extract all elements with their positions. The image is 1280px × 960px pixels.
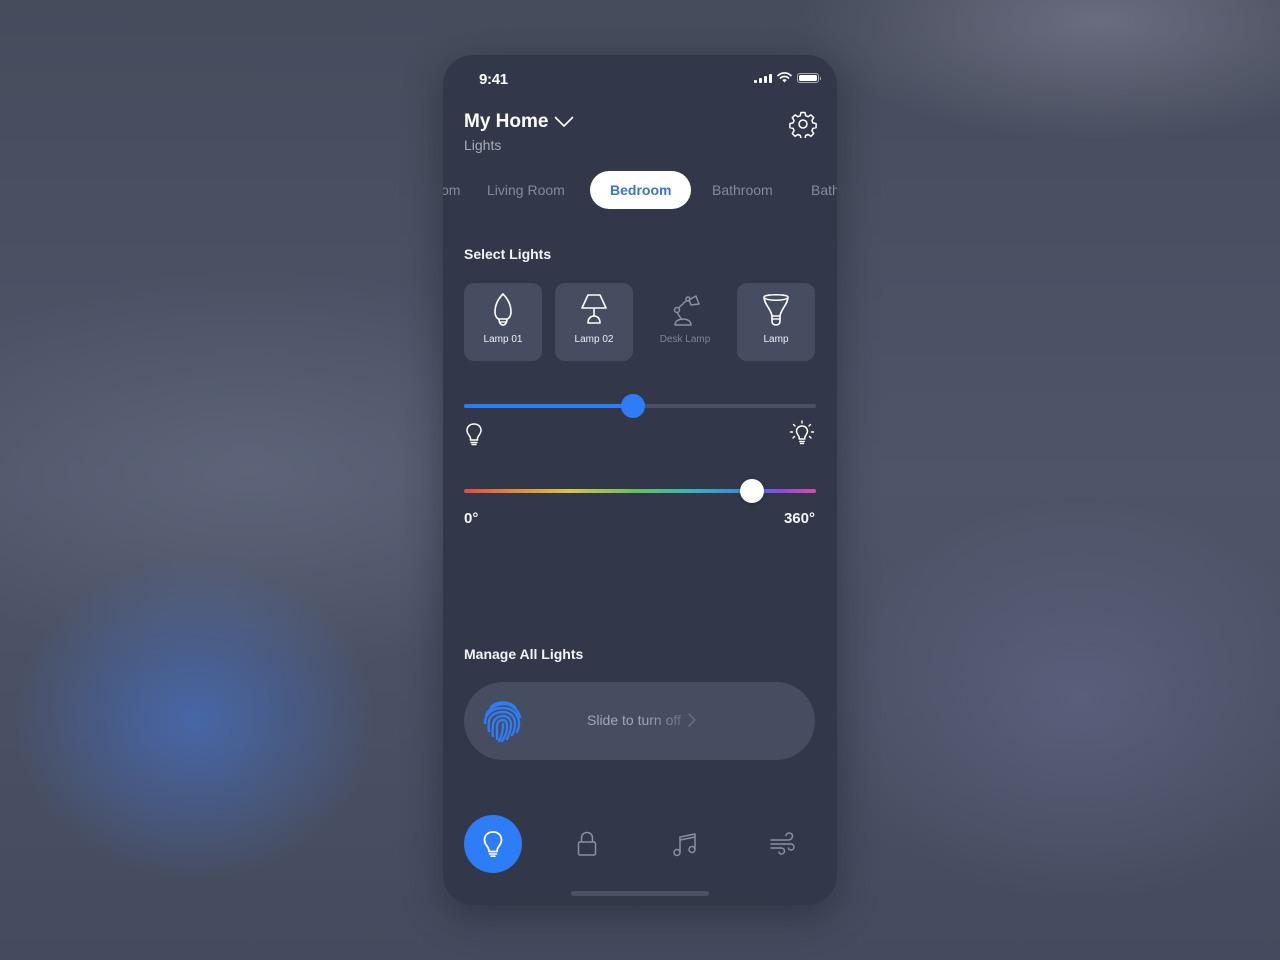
home-indicator[interactable]	[571, 891, 709, 896]
nav-lock[interactable]	[558, 815, 616, 873]
status-bar: 9:41	[443, 55, 837, 105]
status-time: 9:41	[479, 71, 508, 88]
table-lamp-icon	[581, 294, 607, 324]
bulb-off-icon	[466, 423, 482, 446]
fingerprint-icon[interactable]	[482, 699, 524, 743]
light-label: Desk Lamp	[659, 334, 711, 345]
chevron-right-icon	[688, 713, 696, 727]
tab-room-partial[interactable]: om	[443, 171, 460, 209]
gear-icon[interactable]	[789, 110, 817, 138]
hue-min-label: 0°	[464, 510, 479, 527]
battery-icon	[797, 72, 821, 83]
slide-text: Slide to turn off	[587, 712, 697, 728]
signal-icon	[754, 73, 772, 83]
chevron-down-icon	[555, 116, 574, 127]
nav-lights[interactable]	[464, 815, 522, 873]
wind-icon	[770, 832, 795, 855]
brightness-fill	[464, 404, 633, 408]
light-label: Lamp 01	[483, 334, 523, 345]
lock-icon	[577, 831, 597, 856]
tab-living-room[interactable]: Living Room	[487, 171, 565, 209]
bulb-icon	[483, 831, 503, 857]
candle-bulb-icon	[494, 292, 512, 326]
light-card-lamp-02[interactable]: Lamp 02	[555, 283, 633, 361]
tab-bathroom[interactable]: Bathroom	[712, 171, 773, 209]
bottom-nav	[443, 815, 837, 875]
slide-to-turn-off[interactable]: Slide to turn off	[464, 682, 815, 760]
page-subtitle: Lights	[464, 137, 502, 153]
nav-music[interactable]	[656, 815, 714, 873]
lights-list: Lamp 01 Lamp 02 Desk Lamp Lamp	[464, 283, 815, 361]
desk-lamp-icon	[673, 295, 700, 326]
brightness-slider[interactable]	[464, 394, 816, 418]
slide-label: Slide to turn off	[587, 712, 681, 728]
header: My Home Lights	[464, 111, 574, 153]
music-note-icon	[673, 833, 696, 857]
room-tabs: om Living Room Bedroom Bathroom Bath	[443, 171, 837, 209]
select-lights-title: Select Lights	[464, 246, 552, 262]
light-label: Lamp 02	[574, 334, 614, 345]
phone-screen: 9:41 My Home Lights om Living Room Bedro…	[443, 55, 837, 905]
light-card-desk-lamp[interactable]: Desk Lamp	[646, 283, 724, 361]
brightness-thumb[interactable]	[620, 394, 645, 418]
wifi-icon	[777, 72, 792, 83]
bulb-bright-icon	[789, 420, 815, 445]
hue-thumb[interactable]	[740, 479, 765, 503]
tab-bedroom[interactable]: Bedroom	[590, 171, 692, 209]
spot-bulb-icon	[763, 293, 789, 326]
home-title: My Home	[464, 111, 549, 132]
nav-climate[interactable]	[753, 815, 811, 873]
status-icons	[754, 72, 821, 83]
hue-slider[interactable]	[464, 479, 816, 503]
hue-max-label: 360°	[783, 510, 815, 527]
light-card-lamp-01[interactable]: Lamp 01	[464, 283, 542, 361]
light-card-lamp[interactable]: Lamp	[737, 283, 815, 361]
manage-lights-title: Manage All Lights	[464, 646, 584, 662]
tab-bathroom-partial[interactable]: Bath	[811, 171, 837, 209]
home-selector[interactable]: My Home	[464, 111, 574, 133]
light-label: Lamp	[763, 334, 789, 345]
